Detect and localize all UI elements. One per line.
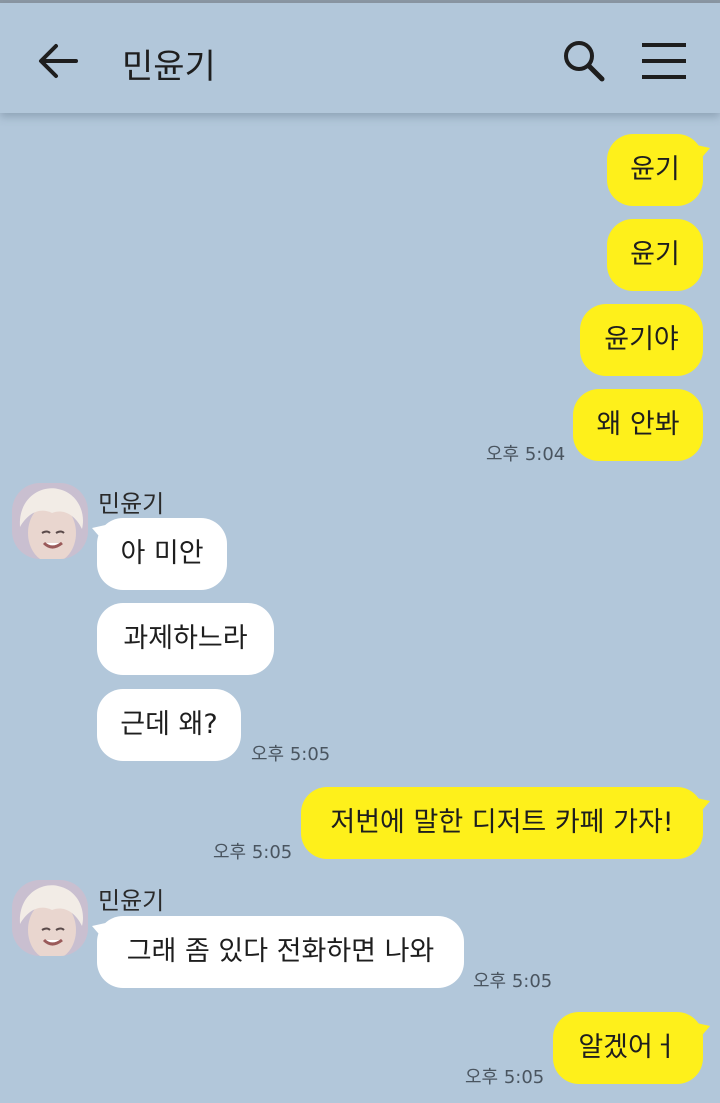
contact-message-bubble[interactable]: 근데 왜?: [97, 689, 241, 761]
message-time: 오후 5:05: [251, 744, 331, 765]
chat-title: 민윤기: [122, 47, 216, 87]
sender-name: 민윤기: [98, 887, 165, 915]
my-message-bubble[interactable]: 알겠어ㅓ: [553, 1012, 703, 1084]
arrow-left-icon: [39, 44, 78, 78]
my-message-bubble[interactable]: 윤기: [607, 134, 703, 206]
chat-header: 민윤기: [0, 3, 720, 113]
profile-photo: [12, 483, 88, 559]
hamburger-menu-icon: [642, 43, 686, 79]
my-message-bubble[interactable]: 윤기야: [580, 304, 703, 376]
search-icon: [564, 41, 605, 82]
contact-message-bubble[interactable]: 그래 좀 있다 전화하면 나와: [97, 916, 464, 988]
message-time: 오후 5:04: [486, 444, 566, 465]
sender-name: 민윤기: [98, 490, 165, 518]
message-time: 오후 5:05: [213, 842, 293, 863]
contact-message-bubble[interactable]: 과제하느라: [97, 603, 274, 675]
avatar[interactable]: [12, 483, 88, 559]
contact-message-bubble[interactable]: 아 미안: [97, 518, 227, 590]
message-time: 오후 5:05: [465, 1067, 545, 1088]
profile-photo: [12, 880, 88, 956]
back-button[interactable]: [36, 41, 80, 81]
my-message-bubble[interactable]: 윤기: [607, 219, 703, 291]
message-time: 오후 5:05: [473, 971, 553, 992]
my-message-bubble[interactable]: 저번에 말한 디저트 카페 가자!: [301, 787, 703, 859]
menu-button[interactable]: [640, 39, 688, 83]
search-button[interactable]: [560, 37, 608, 85]
avatar[interactable]: [12, 880, 88, 956]
my-message-bubble[interactable]: 왜 안봐: [573, 389, 703, 461]
